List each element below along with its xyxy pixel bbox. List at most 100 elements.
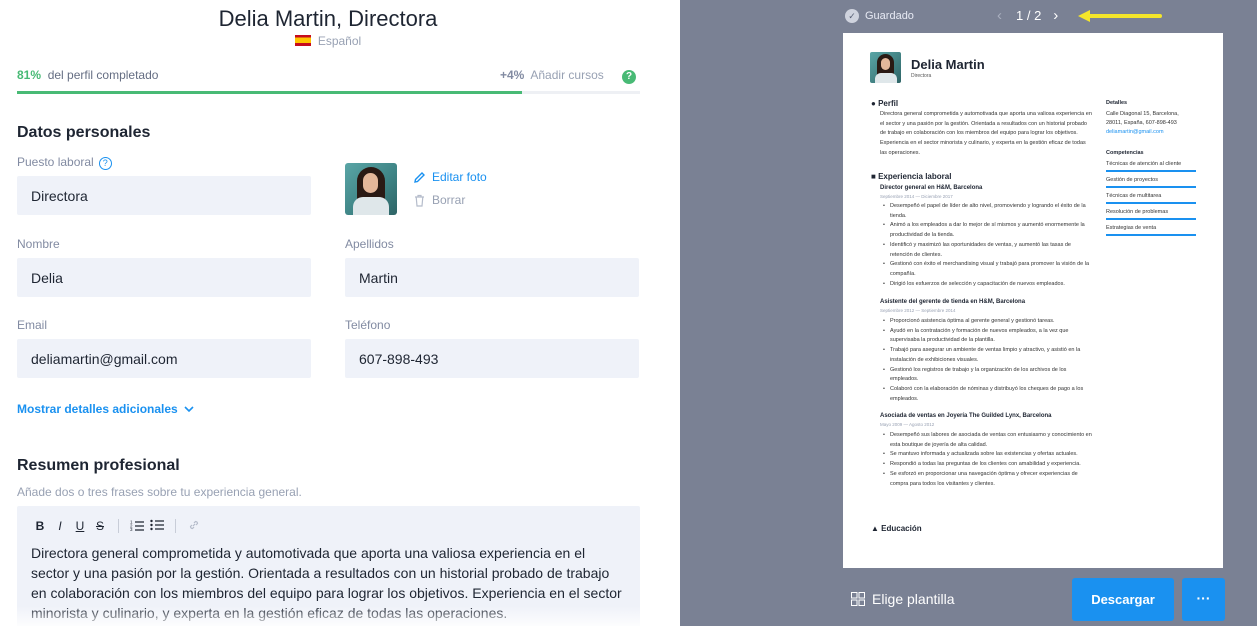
show-more-details-link[interactable]: Mostrar detalles adicionales [17,402,194,416]
resume-experience-heading: ■ Experiencia laboral [871,172,952,181]
numbered-list-icon[interactable]: 123 [127,519,147,534]
download-button[interactable]: Descargar [1072,578,1174,621]
completion-bar-fill [17,91,522,94]
toolbar-divider [175,519,176,533]
person-icon: ● [871,99,879,108]
resume-education-heading: ▲ Educación [871,524,922,533]
scroll-fade [0,606,680,626]
list-item: Dirigió los esfuerzos de selección y cap… [880,280,1092,290]
resume-photo [870,52,901,83]
phone-label: Teléfono [345,318,391,332]
list-item: Se mantuvo informada y actualizada sobre… [880,450,1092,460]
completion-label: del perfil completado [47,68,159,82]
list-item: Desempeñó el papel de líder de alto nive… [880,202,1092,221]
delete-photo-label: Borrar [432,193,466,207]
resume-job-bullets: Desempeñó sus labores de asociada de ven… [880,431,1092,489]
resume-job-title: Asociada de ventas en Joyería The Guilde… [880,413,1052,419]
resume-details: Detalles Calle Diagonal 15, Barcelona, 2… [1106,100,1196,137]
resume-job-title: Asistente del gerente de tienda en H&M, … [880,299,1026,305]
language-selector[interactable]: Español [0,34,656,48]
list-item: Desempeñó sus labores de asociada de ven… [880,431,1092,450]
last-name-input[interactable] [345,258,639,297]
first-name-label: Nombre [17,237,60,251]
list-item: Respondió a todas las preguntas de los c… [880,460,1092,470]
italic-button[interactable]: I [50,519,70,533]
chevron-right-icon[interactable]: › [1053,7,1058,24]
resume-role: Directora [911,73,932,79]
skill-item: Gestión de proyectos [1106,177,1196,188]
skill-item: Técnicas de atención al cliente [1106,161,1196,172]
job-title-input[interactable] [17,176,311,215]
completion-bar [17,91,640,94]
add-courses-label: Añadir cursos [530,68,604,82]
bold-button[interactable]: B [30,519,50,533]
resume-job-bullets: Proporcionó asistencia óptima al gerente… [880,317,1092,404]
language-label: Español [317,34,362,48]
saved-status: ✓ Guardado [845,9,914,23]
toolbar-divider [118,519,119,533]
page-indicator: 1 / 2 [1016,8,1042,23]
details-address: Calle Diagonal 15, Barcelona, 28011, Esp… [1106,111,1179,126]
chevron-down-icon [184,406,194,413]
list-item: Animó a los empleados a dar lo mejor de … [880,221,1092,240]
check-icon: ✓ [845,9,859,23]
job-title-label: Puesto laboral? [17,155,112,170]
resume-job-dates: Septiembre 2012 — Septiembre 2014 [880,308,956,313]
spain-flag-icon [294,35,311,46]
email-label: Email [17,318,48,332]
edit-photo-label: Editar foto [432,170,487,184]
add-courses-hint[interactable]: +4% Añadir cursos [500,68,604,82]
trash-icon [415,194,424,207]
first-name-input[interactable] [17,258,311,297]
choose-template-label: Elige plantilla [872,591,955,607]
list-item: Se esforzó en proporcionar una navegació… [880,470,1092,489]
email-input[interactable] [17,339,311,378]
resume-job-dates: Septiembre 2014 — Diciembre 2017 [880,194,953,199]
resume-job-bullets: Desempeñó el papel de líder de alto nive… [880,202,1092,289]
phone-input[interactable] [345,339,639,378]
skill-item: Resolución de problemas [1106,209,1196,220]
list-item: Gestionó los registros de trabajo y la o… [880,366,1092,385]
bulleted-list-icon[interactable] [147,519,167,534]
skill-item: Técnicas de multitarea [1106,193,1196,204]
resume-name: Delia Martin [911,57,985,72]
list-item: Proporcionó asistencia óptima al gerente… [880,317,1092,327]
link-icon[interactable] [184,519,204,534]
strikethrough-button[interactable]: S [90,519,110,533]
avatar[interactable] [345,163,397,215]
list-item: Ayudó en la contratación y formación de … [880,327,1092,346]
resume-profile-heading: ● Perfil [871,99,899,108]
summary-section-title: Resumen profesional [17,457,180,474]
page-pager: ‹ 1 / 2 › [997,7,1058,24]
profile-completion: 81% del perfil completado [17,68,158,82]
skills-heading: Competencias [1106,150,1144,156]
resume-profile-text: Directora general comprometida y automot… [880,111,1092,156]
graduation-cap-icon: ▲ [871,524,882,533]
pencil-icon [414,172,425,183]
list-item: Gestionó con éxito el merchandising visu… [880,260,1092,279]
edit-photo-button[interactable]: Editar foto [413,170,487,184]
page-title[interactable]: Delia Martin, Directora [0,6,656,32]
personal-section-title: Datos personales [17,124,151,141]
add-percent: +4% [500,68,525,82]
svg-text:3: 3 [130,527,133,531]
question-icon[interactable]: ? [98,157,112,170]
underline-button[interactable]: U [70,519,90,533]
resume-job-dates: Mayo 2009 — Agosto 2012 [880,422,935,427]
summary-hint: Añade dos o tres frases sobre tu experie… [17,485,302,499]
list-item: Identificó y maximizó las oportunidades … [880,241,1092,260]
resume-job-title: Director general en H&M, Barcelona [880,185,983,191]
list-item: Trabajó para asegurar un ambiente de ven… [880,346,1092,365]
last-name-label: Apellidos [345,237,394,251]
editor-panel: Delia Martin, Directora Español 81% del … [0,0,680,626]
saved-label: Guardado [865,10,914,22]
delete-photo-button[interactable]: Borrar [413,193,465,207]
more-options-button[interactable]: ··· [1182,578,1225,621]
skill-item: Estrategias de venta [1106,225,1196,236]
details-email: deliamartin@gmail.com [1106,129,1164,135]
list-item: Colaboró con la elaboración de nóminas y… [880,385,1092,404]
choose-template-button[interactable]: Elige plantilla [851,591,955,607]
help-icon[interactable]: ? [622,70,636,84]
chevron-left-icon[interactable]: ‹ [997,7,1002,24]
grid-icon [851,592,865,606]
